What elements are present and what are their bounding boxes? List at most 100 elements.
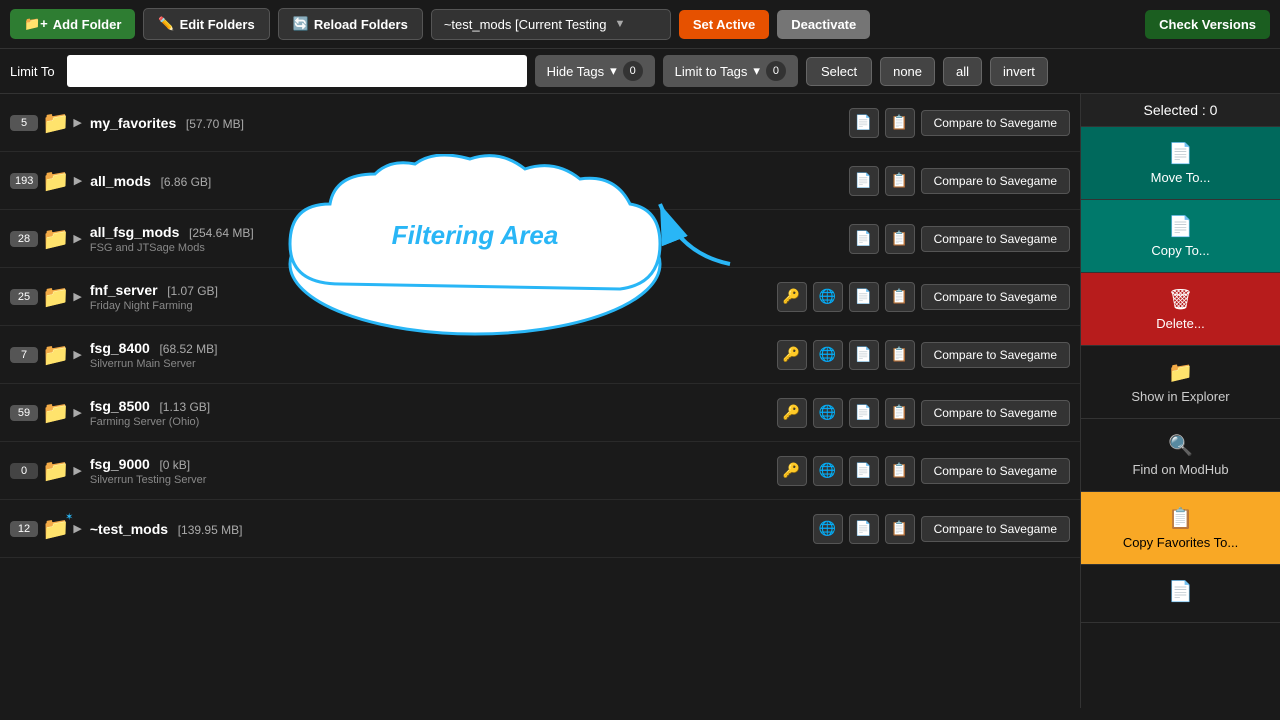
expand-arrow[interactable]: ▶ — [73, 116, 81, 129]
mod-icon-button[interactable]: 📄 — [849, 514, 879, 544]
selected-count: Selected : 0 — [1081, 94, 1280, 127]
mod-size: [1.13 GB] — [159, 400, 210, 414]
mod-icon-button[interactable]: 📄 — [849, 456, 879, 486]
mod-list-button[interactable]: 📋 — [885, 224, 915, 254]
compare-savegame-button[interactable]: Compare to Savegame — [921, 342, 1070, 368]
modhub-icon: 🔍 — [1168, 433, 1193, 458]
mod-icon-button[interactable]: 📄 — [849, 166, 879, 196]
chevron-icon-2: ▾ — [753, 63, 760, 79]
deactivate-button[interactable]: Deactivate — [777, 10, 870, 39]
show-in-explorer-button[interactable]: 📁 Show in Explorer — [1081, 346, 1280, 419]
compare-savegame-button[interactable]: Compare to Savegame — [921, 400, 1070, 426]
compare-savegame-button[interactable]: Compare to Savegame — [921, 226, 1070, 252]
move-to-label: Move To... — [1151, 170, 1211, 185]
mod-name-block: ~test_mods [139.95 MB] — [90, 521, 813, 537]
mod-list-button[interactable]: 📋 — [885, 340, 915, 370]
mod-name-block: all_fsg_mods [254.64 MB] FSG and JTSage … — [90, 224, 849, 254]
key-button[interactable]: 🔑 — [777, 398, 807, 428]
mod-list-button[interactable]: 📋 — [885, 398, 915, 428]
set-active-button[interactable]: Set Active — [679, 10, 769, 39]
mod-list-button[interactable]: 📋 — [885, 282, 915, 312]
mod-list-button[interactable]: 📋 — [885, 166, 915, 196]
expand-arrow[interactable]: ▶ — [73, 464, 81, 477]
mod-icon-button[interactable]: 📄 — [849, 398, 879, 428]
folder-dropdown[interactable]: ~test_mods [Current Testing ▼ — [431, 9, 671, 40]
mod-list-button[interactable]: 📋 — [885, 456, 915, 486]
key-button[interactable]: 🔑 — [777, 282, 807, 312]
expand-arrow[interactable]: ▶ — [73, 522, 81, 535]
mod-icon-button[interactable]: 📄 — [849, 108, 879, 138]
key-button[interactable]: 🔑 — [777, 456, 807, 486]
mod-actions: 📄 📋 Compare to Savegame — [849, 166, 1070, 196]
add-folder-button[interactable]: 📁+ Add Folder — [10, 9, 135, 39]
mod-name-block: fnf_server [1.07 GB] Friday Night Farmin… — [90, 282, 777, 312]
mod-list-button[interactable]: 📋 — [885, 514, 915, 544]
find-on-modhub-button[interactable]: 🔍 Find on ModHub — [1081, 419, 1280, 492]
delete-button[interactable]: 🗑 Delete... — [1081, 273, 1280, 346]
delete-label: Delete... — [1156, 316, 1204, 331]
mod-size: [1.07 GB] — [167, 284, 218, 298]
expand-arrow[interactable]: ▶ — [73, 406, 81, 419]
globe-button[interactable]: 🌐 — [813, 514, 843, 544]
compare-savegame-button[interactable]: Compare to Savegame — [921, 168, 1070, 194]
chevron-icon: ▾ — [610, 63, 617, 79]
mod-size: [57.70 MB] — [186, 117, 244, 131]
folder-icon: 📁 — [42, 458, 69, 484]
mod-icon-button[interactable]: 📄 — [849, 282, 879, 312]
compare-savegame-button[interactable]: Compare to Savegame — [921, 458, 1070, 484]
mod-icon-button[interactable]: 📄 — [849, 340, 879, 370]
mod-row-all_fsg_mods: 28 📁 ▶ all_fsg_mods [254.64 MB] FSG and … — [0, 210, 1080, 268]
expand-arrow[interactable]: ▶ — [73, 348, 81, 361]
globe-button[interactable]: 🌐 — [813, 398, 843, 428]
mod-size: [68.52 MB] — [159, 342, 217, 356]
expand-arrow[interactable]: ▶ — [74, 174, 82, 187]
current-folder-label: ~test_mods [Current Testing — [444, 17, 607, 32]
mod-list-button[interactable]: 📋 — [885, 108, 915, 138]
compare-savegame-button[interactable]: Compare to Savegame — [921, 516, 1070, 542]
globe-button[interactable]: 🌐 — [813, 456, 843, 486]
mod-size: [254.64 MB] — [189, 226, 254, 240]
mod-name: all_mods — [90, 173, 151, 189]
mod-row-test_mods: 12 📁✶ ▶ ~test_mods [139.95 MB] 🌐 📄 📋 Com… — [0, 500, 1080, 558]
compare-savegame-button[interactable]: Compare to Savegame — [921, 284, 1070, 310]
expand-arrow[interactable]: ▶ — [73, 232, 81, 245]
copy-to-button[interactable]: 📄 Copy To... — [1081, 200, 1280, 273]
invert-button[interactable]: invert — [990, 57, 1048, 86]
extra-button[interactable]: 📄 — [1081, 565, 1280, 623]
mod-name: fnf_server — [90, 282, 158, 298]
mod-name-block: fsg_8500 [1.13 GB] Farming Server (Ohio) — [90, 398, 777, 428]
dropdown-arrow-icon: ▼ — [615, 18, 626, 30]
check-versions-button[interactable]: Check Versions — [1145, 10, 1270, 39]
set-active-label: Set Active — [693, 17, 755, 32]
select-button[interactable]: Select — [806, 57, 872, 86]
mod-count-badge: 59 — [10, 405, 38, 421]
hide-tags-button[interactable]: Hide Tags ▾ 0 — [535, 55, 655, 87]
mod-size: [0 kB] — [159, 458, 190, 472]
globe-button[interactable]: 🌐 — [813, 282, 843, 312]
all-label: all — [956, 64, 969, 79]
folder-icon: 📁 — [42, 342, 69, 368]
limit-to-tags-button[interactable]: Limit to Tags ▾ 0 — [663, 55, 798, 87]
mod-name: my_favorites — [90, 115, 176, 131]
limit-to-label: Limit To — [10, 64, 55, 79]
mod-icon-button[interactable]: 📄 — [849, 224, 879, 254]
mod-actions: 📄 📋 Compare to Savegame — [849, 224, 1070, 254]
edit-folders-button[interactable]: ✏️ Edit Folders — [143, 8, 269, 40]
mod-subtitle: Silverrun Testing Server — [90, 474, 777, 486]
limit-to-input[interactable] — [67, 55, 527, 87]
deactivate-label: Deactivate — [791, 17, 856, 32]
key-button[interactable]: 🔑 — [777, 340, 807, 370]
expand-arrow[interactable]: ▶ — [73, 290, 81, 303]
all-button[interactable]: all — [943, 57, 982, 86]
mod-name: fsg_8500 — [90, 398, 150, 414]
reload-folders-button[interactable]: 🔄 Reload Folders — [278, 8, 423, 40]
mod-row-fsg_8400: 7 📁 ▶ fsg_8400 [68.52 MB] Silverrun Main… — [0, 326, 1080, 384]
sidebar: Selected : 0 📄 Move To... 📄 Copy To... 🗑… — [1080, 94, 1280, 708]
copy-favorites-button[interactable]: 📋 Copy Favorites To... — [1081, 492, 1280, 565]
compare-savegame-button[interactable]: Compare to Savegame — [921, 110, 1070, 136]
globe-button[interactable]: 🌐 — [813, 340, 843, 370]
none-button[interactable]: none — [880, 57, 935, 86]
mod-count-badge: 7 — [10, 347, 38, 363]
mod-size: [6.86 GB] — [161, 175, 212, 189]
move-to-button[interactable]: 📄 Move To... — [1081, 127, 1280, 200]
